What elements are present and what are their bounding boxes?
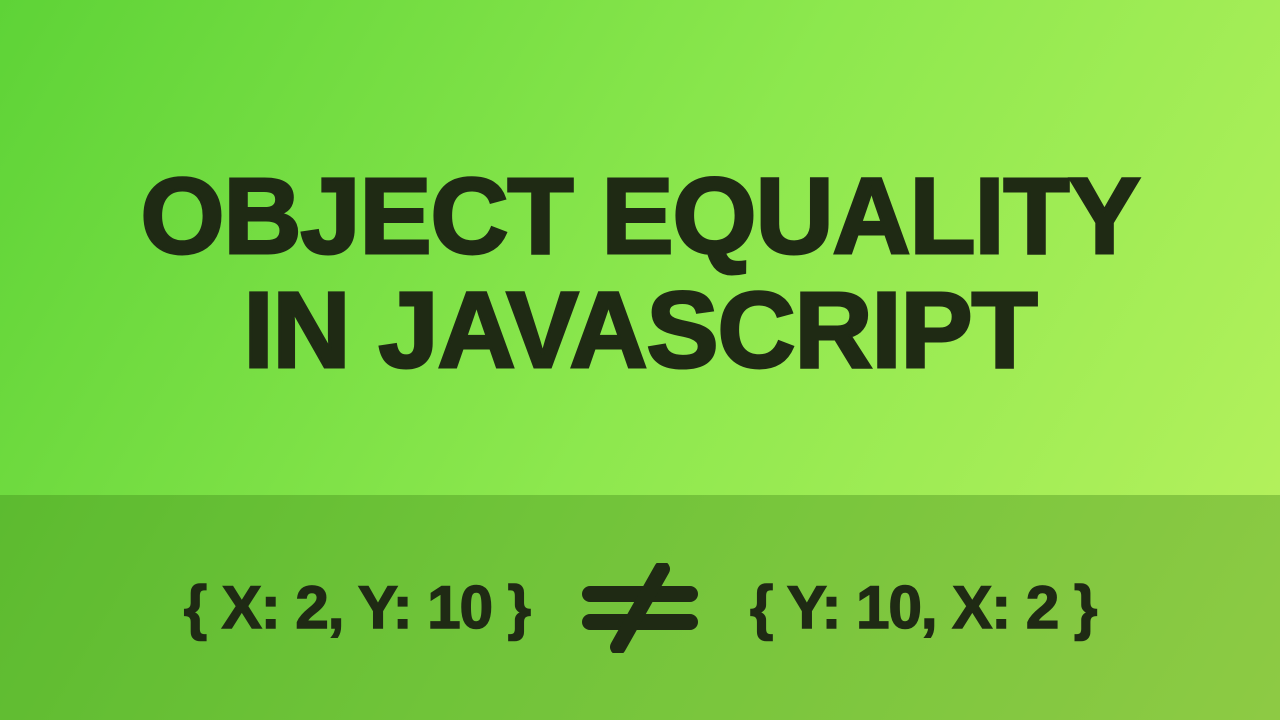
example-band: { X: 2, Y: 10 } { Y: 10, X: 2 }	[0, 495, 1280, 720]
not-equal-icon	[570, 563, 710, 653]
title-line-1: OBJECT EQUALITY	[140, 159, 1139, 272]
title-area: OBJECT EQUALITY IN JAVASCRIPT	[0, 0, 1280, 495]
object-literal-left: { X: 2, Y: 10 }	[184, 573, 530, 642]
object-literal-right: { Y: 10, X: 2 }	[750, 573, 1096, 642]
title-line-2: IN JAVASCRIPT	[243, 273, 1036, 386]
